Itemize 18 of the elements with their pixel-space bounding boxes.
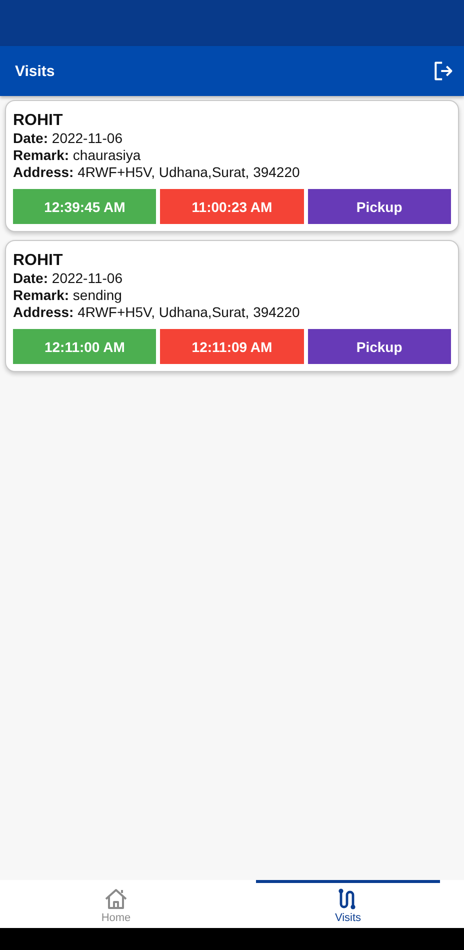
visit-detail: Remark: chaurasiya	[13, 147, 142, 164]
visit-action-button[interactable]: 11:00:23 AM	[160, 189, 304, 224]
visit-detail: Address: 4RWF+H5V, Udhana,Surat, 394220	[13, 164, 301, 181]
nav-tab[interactable]: Home	[24, 880, 208, 928]
visit-detail: Date: 2022-11-06	[13, 130, 124, 147]
visitor-name: ROHIT	[13, 251, 64, 270]
visit-detail: Remark: sending	[13, 287, 123, 304]
visit-detail: Address: 4RWF+H5V, Udhana,Surat, 394220	[13, 304, 301, 321]
visit-action-button[interactable]: Pickup	[308, 329, 451, 364]
visit-detail: Date: 2022-11-06	[13, 270, 124, 287]
visit-action-button[interactable]: 12:11:09 AM	[160, 329, 304, 364]
visit-action-button[interactable]: Pickup	[308, 189, 451, 224]
visitor-name: ROHIT	[13, 111, 64, 130]
visit-action-button[interactable]: 12:39:45 AM	[13, 189, 156, 224]
visit-action-button[interactable]: 12:11:00 AM	[13, 329, 156, 364]
screen-title: Visits	[15, 62, 55, 80]
home-icon	[103, 887, 129, 911]
logout-icon[interactable]	[432, 60, 454, 82]
